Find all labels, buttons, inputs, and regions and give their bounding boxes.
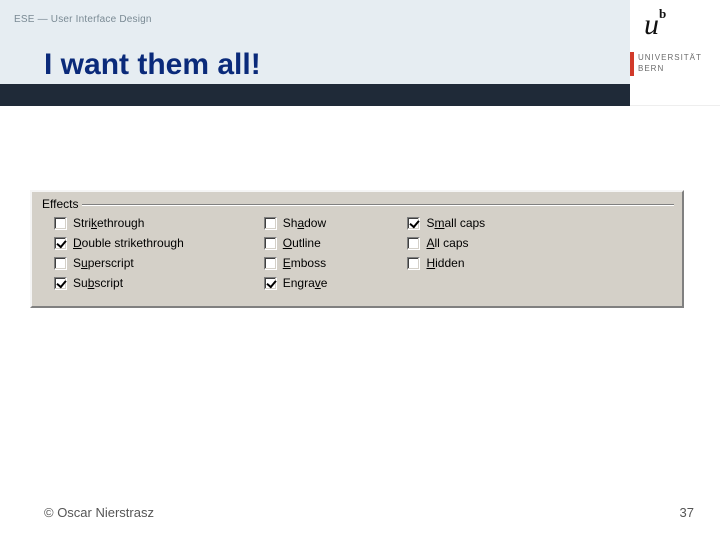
checkbox-hidden[interactable]: Hidden <box>407 256 485 270</box>
checkbox-superscript[interactable]: Superscript <box>54 256 184 270</box>
slide: ESE — User Interface Design I want them … <box>0 0 720 540</box>
footer-page-number: 37 <box>680 505 694 520</box>
checkbox-double-strikethrough[interactable]: Double strikethrough <box>54 236 184 250</box>
effects-col-2: Shadow Outline Emboss Engrave <box>264 216 328 290</box>
checkbox-box[interactable] <box>54 277 67 290</box>
logo-line1: UNIVERSITÄT <box>638 52 702 63</box>
slide-title: I want them all! <box>44 48 261 82</box>
checkbox-shadow[interactable]: Shadow <box>264 216 328 230</box>
checkbox-subscript[interactable]: Subscript <box>54 276 184 290</box>
checkbox-label: Engrave <box>283 276 328 290</box>
groupbox-line <box>82 204 674 206</box>
logo-text: UNIVERSITÄT BERN <box>638 52 702 74</box>
checkbox-label: Hidden <box>426 256 464 270</box>
checkbox-emboss[interactable]: Emboss <box>264 256 328 270</box>
checkbox-box[interactable] <box>54 257 67 270</box>
logo-mark: ub <box>644 8 666 42</box>
checkbox-label: Superscript <box>73 256 134 270</box>
effects-col-3: Small caps All caps Hidden <box>407 216 485 290</box>
logo-line2: BERN <box>638 63 702 74</box>
logo-b-glyph: b <box>659 6 666 21</box>
checkbox-label: All caps <box>426 236 468 250</box>
breadcrumb: ESE — User Interface Design <box>14 14 152 25</box>
checkbox-engrave[interactable]: Engrave <box>264 276 328 290</box>
checkbox-box[interactable] <box>264 237 277 250</box>
checkbox-all-caps[interactable]: All caps <box>407 236 485 250</box>
checkbox-box[interactable] <box>407 217 420 230</box>
checkbox-box[interactable] <box>264 277 277 290</box>
checkbox-label: Strikethrough <box>73 216 144 230</box>
checkbox-label: Emboss <box>283 256 326 270</box>
effects-columns: Strikethrough Double strikethrough Supersc… <box>54 216 485 290</box>
checkbox-box[interactable] <box>264 217 277 230</box>
divider-bar <box>0 84 720 106</box>
checkbox-label: Outline <box>283 236 321 250</box>
checkbox-box[interactable] <box>407 257 420 270</box>
checkbox-small-caps[interactable]: Small caps <box>407 216 485 230</box>
logo-u-glyph: u <box>644 8 659 42</box>
checkbox-box[interactable] <box>407 237 420 250</box>
effects-panel: Effects Strikethrough Double strikethroug… <box>30 190 684 308</box>
footer-copyright: © Oscar Nierstrasz <box>44 505 154 520</box>
checkbox-box[interactable] <box>54 217 67 230</box>
checkbox-strikethrough[interactable]: Strikethrough <box>54 216 184 230</box>
checkbox-label: Small caps <box>426 216 485 230</box>
effects-col-1: Strikethrough Double strikethrough Supersc… <box>54 216 184 290</box>
effects-group-label: Effects <box>40 197 80 211</box>
checkbox-label: Double strikethrough <box>73 236 184 250</box>
checkbox-box[interactable] <box>264 257 277 270</box>
checkbox-label: Subscript <box>73 276 123 290</box>
checkbox-box[interactable] <box>54 237 67 250</box>
university-logo: ub UNIVERSITÄT BERN <box>630 0 720 106</box>
checkbox-outline[interactable]: Outline <box>264 236 328 250</box>
checkbox-label: Shadow <box>283 216 326 230</box>
logo-accent-bar <box>630 52 634 76</box>
